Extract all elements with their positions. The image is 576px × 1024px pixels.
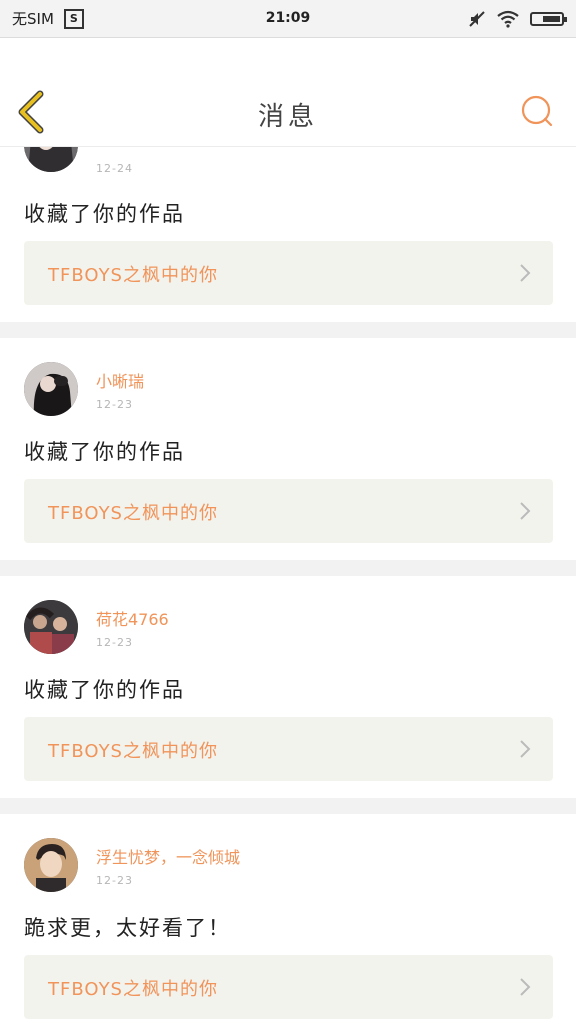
status-bar: 无SIM S 21:09 — [0, 0, 576, 38]
message-text: 收藏了你的作品 — [24, 202, 185, 226]
work-link[interactable]: TFBOYS之枫中的你 — [24, 241, 553, 305]
date: 12-23 — [96, 636, 133, 649]
work-link[interactable]: TFBOYS之枫中的你 — [24, 717, 553, 781]
search-icon[interactable] — [520, 94, 554, 128]
work-title: TFBOYS之枫中的你 — [48, 265, 218, 286]
avatar[interactable] — [24, 838, 78, 892]
notification-card: 12-24 收藏了你的作品 TFBOYS之枫中的你 — [0, 146, 576, 322]
username[interactable]: 浮生忧梦，一念倾城 — [96, 844, 240, 868]
screen: 无SIM S 21:09 消息 12-24 收藏了你的作品 TFBOYS之枫中的… — [0, 0, 576, 1024]
work-title: TFBOYS之枫中的你 — [48, 503, 218, 524]
notification-feed[interactable]: 12-24 收藏了你的作品 TFBOYS之枫中的你 小晰瑞 12-23 收藏了你… — [0, 146, 576, 1024]
notification-card: 小晰瑞 12-23 收藏了你的作品 TFBOYS之枫中的你 — [0, 338, 576, 560]
work-title: TFBOYS之枫中的你 — [48, 741, 218, 762]
notification-card: 荷花4766 12-23 收藏了你的作品 TFBOYS之枫中的你 — [0, 576, 576, 798]
chevron-right-icon — [520, 740, 531, 758]
work-link[interactable]: TFBOYS之枫中的你 — [24, 955, 553, 1019]
message-text: 跪求更，太好看了！ — [24, 916, 231, 940]
username[interactable]: 荷花4766 — [96, 606, 169, 630]
avatar[interactable] — [24, 146, 78, 172]
avatar[interactable] — [24, 600, 78, 654]
username[interactable]: 小晰瑞 — [96, 368, 144, 392]
work-title: TFBOYS之枫中的你 — [48, 979, 218, 1000]
date: 12-23 — [96, 398, 133, 411]
notification-card: 浮生忧梦，一念倾城 12-23 跪求更，太好看了！ TFBOYS之枫中的你 — [0, 814, 576, 1024]
page-title: 消息 — [257, 102, 318, 132]
card-divider — [0, 322, 576, 338]
date: 12-23 — [96, 874, 133, 887]
chevron-right-icon — [520, 502, 531, 520]
chevron-right-icon — [520, 264, 531, 282]
status-time: 21:09 — [265, 10, 311, 26]
message-text: 收藏了你的作品 — [24, 440, 185, 464]
work-link[interactable]: TFBOYS之枫中的你 — [24, 479, 553, 543]
chevron-right-icon — [520, 978, 531, 996]
card-divider — [0, 798, 576, 814]
battery-icon — [530, 11, 567, 26]
date: 12-24 — [96, 162, 133, 175]
header: 消息 — [0, 38, 576, 147]
card-divider — [0, 560, 576, 576]
avatar[interactable] — [24, 362, 78, 416]
message-text: 收藏了你的作品 — [24, 678, 185, 702]
